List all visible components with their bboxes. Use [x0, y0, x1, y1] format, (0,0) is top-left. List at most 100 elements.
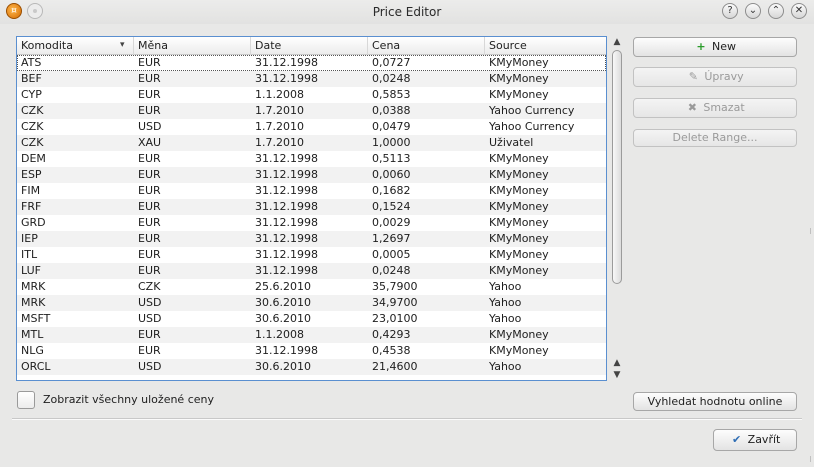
- cell-mena: EUR: [138, 232, 161, 245]
- cell-mena: EUR: [138, 344, 161, 357]
- scroll-up-icon[interactable]: ▲: [611, 37, 623, 47]
- table-row[interactable]: FRF EUR 31.12.1998 0,1524 KMyMoney: [17, 199, 606, 215]
- online-quote-button[interactable]: Vyhledat hodnotu online: [633, 392, 797, 411]
- scroll-handle[interactable]: [612, 50, 622, 284]
- cell-cena: 0,5853: [372, 88, 411, 101]
- cell-cena: 21,4600: [372, 360, 418, 373]
- table-row[interactable]: MSFT USD 30.6.2010 23,0100 Yahoo: [17, 311, 606, 327]
- cell-source: KMyMoney: [489, 152, 549, 165]
- cell-date: 31.12.1998: [255, 72, 318, 85]
- cell-mena: EUR: [138, 152, 161, 165]
- column-header-mena[interactable]: Měna: [134, 37, 251, 55]
- table-row[interactable]: MTL EUR 1.1.2008 0,4293 KMyMoney: [17, 327, 606, 343]
- table-row[interactable]: FIM EUR 31.12.1998 0,1682 KMyMoney: [17, 183, 606, 199]
- table-row[interactable]: CYP EUR 1.1.2008 0,5853 KMyMoney: [17, 87, 606, 103]
- cell-cena: 0,1524: [372, 200, 411, 213]
- column-header-date[interactable]: Date: [251, 37, 368, 55]
- cell-source: KMyMoney: [489, 184, 549, 197]
- column-header-komodita[interactable]: Komodita: [17, 37, 134, 55]
- edit-button[interactable]: ✎ Úpravy: [633, 67, 797, 87]
- cell-komodita: MRK: [21, 280, 46, 293]
- cell-source: KMyMoney: [489, 88, 549, 101]
- cell-komodita: ESP: [21, 168, 42, 181]
- show-all-prices-label: Zobrazit všechny uložené ceny: [43, 393, 214, 406]
- cell-mena: EUR: [138, 216, 161, 229]
- cell-mena: EUR: [138, 104, 161, 117]
- table-row[interactable]: MRK CZK 25.6.2010 35,7900 Yahoo: [17, 279, 606, 295]
- table-header: Komodita ▾ Měna Date Cena Source: [17, 37, 606, 55]
- table-row[interactable]: ITL EUR 31.12.1998 0,0005 KMyMoney: [17, 247, 606, 263]
- table-row[interactable]: CZK EUR 1.7.2010 0,0388 Yahoo Currency: [17, 103, 606, 119]
- cell-mena: EUR: [138, 248, 161, 261]
- new-button[interactable]: + New: [633, 37, 797, 57]
- cell-date: 1.1.2008: [255, 88, 304, 101]
- price-table[interactable]: Komodita ▾ Měna Date Cena Source ATS EUR 3…: [16, 36, 607, 381]
- scroll-down-icon[interactable]: ▼: [611, 370, 623, 380]
- table-row[interactable]: DEM EUR 31.12.1998 0,5113 KMyMoney: [17, 151, 606, 167]
- cell-komodita: GRD: [21, 216, 46, 229]
- table-row[interactable]: NLG EUR 31.12.1998 0,4538 KMyMoney: [17, 343, 606, 359]
- cell-cena: 0,0479: [372, 120, 411, 133]
- table-row[interactable]: GRD EUR 31.12.1998 0,0029 KMyMoney: [17, 215, 606, 231]
- vertical-scrollbar[interactable]: ▲ ▲ ▼: [609, 36, 625, 381]
- table-row[interactable]: IEP EUR 31.12.1998 1,2697 KMyMoney: [17, 231, 606, 247]
- cell-source: KMyMoney: [489, 56, 549, 69]
- help-icon[interactable]: ?: [722, 3, 738, 19]
- table-row[interactable]: BEF EUR 31.12.1998 0,0248 KMyMoney: [17, 71, 606, 87]
- delete-range-button[interactable]: Delete Range...: [633, 129, 797, 147]
- table-row[interactable]: ATS EUR 31.12.1998 0,0727 KMyMoney: [17, 55, 606, 71]
- show-all-prices-checkbox[interactable]: [17, 391, 35, 409]
- cell-komodita: MTL: [21, 328, 44, 341]
- table-row[interactable]: CZK XAU 1.7.2010 1,0000 Uživatel: [17, 135, 606, 151]
- cell-source: Yahoo Currency: [489, 104, 575, 117]
- close-button[interactable]: ✔ Zavřít: [713, 429, 797, 451]
- cell-source: KMyMoney: [489, 216, 549, 229]
- cell-komodita: LUF: [21, 264, 41, 277]
- cell-komodita: ORCL: [21, 360, 51, 373]
- cell-cena: 23,0100: [372, 312, 418, 325]
- maximize-icon[interactable]: ⌃: [768, 3, 784, 19]
- cell-komodita: NLG: [21, 344, 44, 357]
- cell-source: KMyMoney: [489, 72, 549, 85]
- table-row[interactable]: LUF EUR 31.12.1998 0,0248 KMyMoney: [17, 263, 606, 279]
- column-header-cena[interactable]: Cena: [368, 37, 485, 55]
- table-row[interactable]: ESP EUR 31.12.1998 0,0060 KMyMoney: [17, 167, 606, 183]
- minimize-icon[interactable]: ⌄: [745, 3, 761, 19]
- cell-date: 30.6.2010: [255, 360, 311, 373]
- cell-komodita: IEP: [21, 232, 38, 245]
- cell-komodita: CZK: [21, 120, 44, 133]
- cell-cena: 0,1682: [372, 184, 411, 197]
- cell-mena: XAU: [138, 136, 162, 149]
- cell-source: KMyMoney: [489, 328, 549, 341]
- cell-source: Uživatel: [489, 136, 534, 149]
- cell-mena: USD: [138, 312, 162, 325]
- delete-icon: ✖: [687, 101, 697, 114]
- title-bar: ¤ Price Editor ? ⌄ ⌃ ✕: [0, 0, 814, 24]
- table-row[interactable]: CZK USD 1.7.2010 0,0479 Yahoo Currency: [17, 119, 606, 135]
- scroll-up-icon[interactable]: ▲: [611, 358, 623, 368]
- cell-mena: EUR: [138, 56, 161, 69]
- close-button-label: Zavřít: [747, 433, 781, 446]
- resize-grip[interactable]: [810, 456, 814, 462]
- cell-komodita: MSFT: [21, 312, 51, 325]
- cell-cena: 0,0029: [372, 216, 411, 229]
- cell-komodita: ATS: [21, 56, 42, 69]
- cell-date: 1.7.2010: [255, 136, 304, 149]
- table-row[interactable]: MRK USD 30.6.2010 34,9700 Yahoo: [17, 295, 606, 311]
- checkmark-icon: ✔: [732, 433, 742, 446]
- scroll-track[interactable]: [612, 48, 622, 358]
- close-window-icon[interactable]: ✕: [791, 3, 807, 19]
- delete-button[interactable]: ✖ Smazat: [633, 98, 797, 118]
- resize-grip[interactable]: [810, 228, 814, 234]
- cell-mena: CZK: [138, 280, 161, 293]
- table-row[interactable]: ORCL USD 30.6.2010 21,4600 Yahoo: [17, 359, 606, 375]
- cell-source: Yahoo: [489, 280, 522, 293]
- new-button-label: New: [712, 40, 736, 53]
- cell-cena: 0,4293: [372, 328, 411, 341]
- column-header-source[interactable]: Source: [485, 37, 606, 55]
- cell-date: 31.12.1998: [255, 56, 318, 69]
- cell-source: Yahoo: [489, 296, 522, 309]
- cell-source: KMyMoney: [489, 248, 549, 261]
- cell-date: 30.6.2010: [255, 296, 311, 309]
- cell-date: 30.6.2010: [255, 312, 311, 325]
